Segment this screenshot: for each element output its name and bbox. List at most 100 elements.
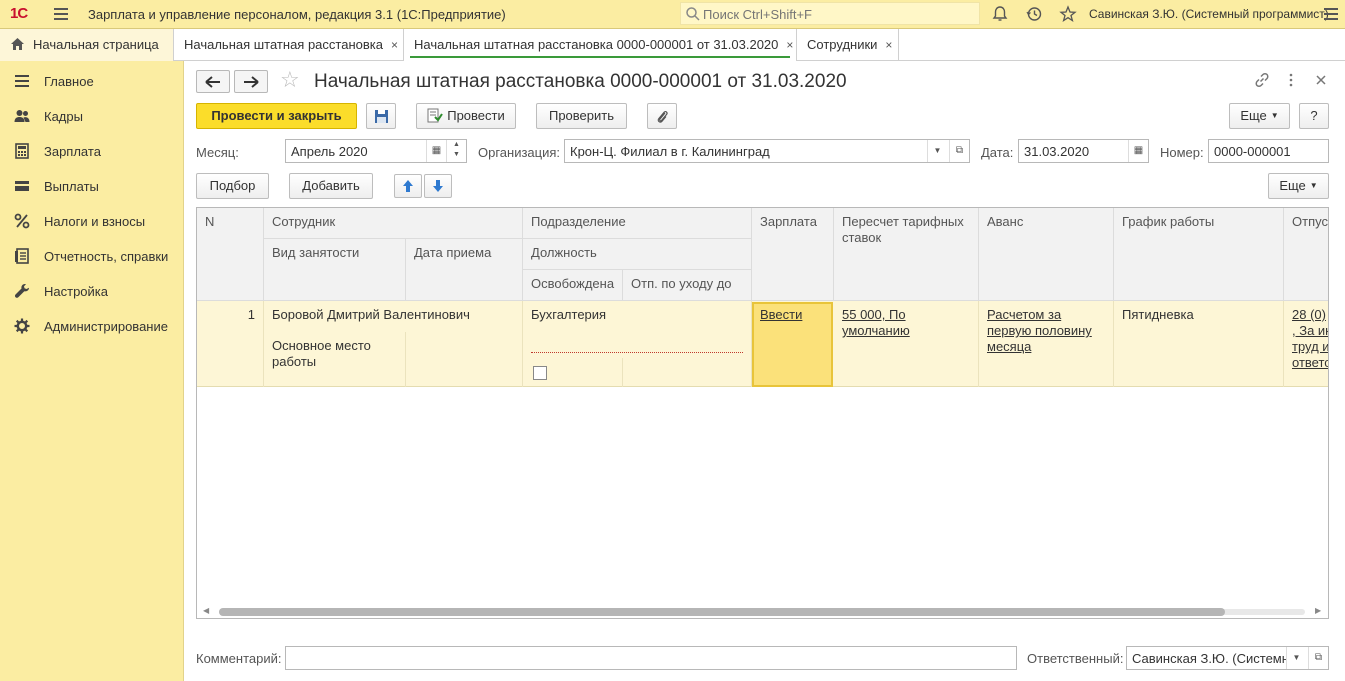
staffing-table[interactable]: N Сотрудник Вид занятости Дата приема По… xyxy=(196,207,1329,619)
organization-field[interactable]: Крон-Ц. Филиал в г. Калининград ▼ ⧉ xyxy=(564,139,970,163)
scroll-right-icon[interactable]: ▶ xyxy=(1315,606,1321,615)
open-icon[interactable]: ⧉ xyxy=(1308,647,1328,669)
cell-leave-until[interactable] xyxy=(623,358,752,387)
sidebar-item-reports[interactable]: Отчетность, справки xyxy=(0,239,184,269)
sidebar-item-label: Зарплата xyxy=(44,144,101,159)
column-header-salary[interactable]: Зарплата xyxy=(752,208,834,301)
cell-vacation[interactable]: 28 (0) , За ин труд и ответс xyxy=(1284,301,1328,387)
tab-employees[interactable]: Сотрудники × xyxy=(797,29,899,61)
calendar-icon[interactable]: ▦ xyxy=(1128,140,1148,162)
close-icon[interactable]: × xyxy=(786,38,793,52)
vacation-link-4[interactable]: ответс xyxy=(1292,355,1328,371)
cell-salary[interactable]: Ввести xyxy=(752,301,834,387)
more-actions-button[interactable]: Еще ▼ xyxy=(1229,103,1290,129)
tab-staffing-document[interactable]: Начальная штатная расстановка 0000-00000… xyxy=(404,29,797,61)
settings-menu-icon[interactable] xyxy=(1324,8,1338,23)
column-header-released[interactable]: Освобождена xyxy=(523,270,623,301)
post-button[interactable]: Провести xyxy=(416,103,516,129)
month-spinner[interactable]: ▲ ▼ xyxy=(446,140,466,162)
home-icon xyxy=(11,38,24,50)
column-header-hire-date[interactable]: Дата приема xyxy=(406,239,523,301)
column-header-employment-type[interactable]: Вид занятости xyxy=(264,239,406,301)
open-icon[interactable]: ⧉ xyxy=(949,140,969,162)
help-button[interactable]: ? xyxy=(1299,103,1329,129)
sidebar-item-main[interactable]: Главное xyxy=(0,64,184,94)
sidebar-item-label: Настройка xyxy=(44,284,108,299)
cell-department[interactable]: Бухгалтерия xyxy=(523,301,752,332)
main-menu-icon[interactable] xyxy=(54,8,68,20)
column-header-department[interactable]: Подразделение xyxy=(523,208,752,239)
sidebar-item-administration[interactable]: Администрирование xyxy=(0,309,184,339)
cell-employee[interactable]: Боровой Дмитрий Валентинович xyxy=(264,301,523,332)
date-field[interactable]: 31.03.2020 ▦ xyxy=(1018,139,1149,163)
sidebar-item-taxes[interactable]: Налоги и взносы xyxy=(0,204,184,234)
scrollbar-thumb[interactable] xyxy=(219,608,1225,616)
sidebar-item-settings[interactable]: Настройка xyxy=(0,274,184,304)
post-and-close-button[interactable]: Провести и закрыть xyxy=(196,103,357,129)
calendar-icon[interactable]: ▦ xyxy=(426,140,446,162)
advance-link[interactable]: Расчетом за первую половину месяца xyxy=(987,307,1092,354)
check-button[interactable]: Проверить xyxy=(536,103,627,129)
favorites-star-icon[interactable] xyxy=(1059,5,1077,23)
save-button[interactable] xyxy=(366,103,396,129)
history-icon[interactable] xyxy=(1025,5,1043,23)
cell-recalc[interactable]: 55 000, По умолчанию xyxy=(834,301,979,387)
recalc-link[interactable]: 55 000, По умолчанию xyxy=(842,307,910,338)
cell-position[interactable] xyxy=(523,332,752,358)
comment-input[interactable] xyxy=(285,646,1017,670)
pick-button[interactable]: Подбор xyxy=(196,173,269,199)
scroll-left-icon[interactable]: ◀ xyxy=(203,606,209,615)
number-field[interactable]: 0000-000001 xyxy=(1208,139,1329,163)
released-checkbox[interactable] xyxy=(533,366,547,380)
close-icon[interactable]: × xyxy=(885,38,892,52)
close-form-icon[interactable] xyxy=(1313,72,1329,88)
back-button[interactable] xyxy=(196,70,230,93)
column-header-vacation[interactable]: Отпус xyxy=(1284,208,1328,301)
cell-advance[interactable]: Расчетом за первую половину месяца xyxy=(979,301,1114,387)
sidebar-item-payments[interactable]: Выплаты xyxy=(0,169,184,199)
search-input[interactable] xyxy=(703,5,973,23)
cell-hire-date[interactable] xyxy=(406,332,523,387)
more-actions-label: Еще xyxy=(1240,108,1267,123)
column-header-n[interactable]: N xyxy=(197,208,264,301)
column-header-recalc[interactable]: Пересчет тарифных ставок xyxy=(834,208,979,301)
column-header-leave-until[interactable]: Отп. по уходу до xyxy=(623,270,752,301)
cell-schedule[interactable]: Пятидневка xyxy=(1114,301,1284,387)
table-more-button[interactable]: Еще ▼ xyxy=(1268,173,1329,199)
horizontal-scrollbar[interactable]: ◀ ▶ xyxy=(197,604,1328,618)
column-header-employee[interactable]: Сотрудник xyxy=(264,208,523,239)
tab-staffing-list[interactable]: Начальная штатная расстановка × xyxy=(174,29,404,61)
move-down-button[interactable] xyxy=(424,174,452,198)
responsible-field[interactable]: Савинская З.Ю. (Системн ▼ ⧉ xyxy=(1126,646,1329,670)
forward-button[interactable] xyxy=(234,70,268,93)
tab-label: Начальная страница xyxy=(33,37,159,52)
move-up-button[interactable] xyxy=(394,174,422,198)
attach-button[interactable] xyxy=(647,103,677,129)
sidebar-item-salary[interactable]: Зарплата xyxy=(0,134,184,164)
chevron-down-icon[interactable]: ▼ xyxy=(1286,647,1306,669)
month-field[interactable]: Апрель 2020 ▦ ▲ ▼ xyxy=(285,139,467,163)
sidebar-item-hr[interactable]: Кадры xyxy=(0,99,184,129)
chevron-down-icon: ▼ xyxy=(1270,111,1279,120)
vacation-link-1[interactable]: 28 (0) xyxy=(1292,307,1328,323)
cell-n[interactable]: 1 xyxy=(197,301,264,387)
organization-value: Крон-Ц. Филиал в г. Калининград xyxy=(570,144,770,159)
salary-link[interactable]: Ввести xyxy=(760,307,802,322)
favorite-star-icon[interactable]: ☆ xyxy=(280,69,300,91)
vacation-link-2[interactable]: , За ин xyxy=(1292,323,1328,339)
close-icon[interactable]: × xyxy=(391,38,398,52)
link-icon[interactable] xyxy=(1254,72,1270,88)
post-icon xyxy=(427,108,444,123)
vacation-link-3[interactable]: труд и xyxy=(1292,339,1328,355)
add-button[interactable]: Добавить xyxy=(289,173,373,199)
current-user[interactable]: Савинская З.Ю. (Системный программист) xyxy=(1089,7,1329,21)
column-header-schedule[interactable]: График работы xyxy=(1114,208,1284,301)
column-header-position[interactable]: Должность xyxy=(523,239,752,270)
more-vertical-icon[interactable] xyxy=(1283,72,1299,88)
bell-icon[interactable] xyxy=(991,5,1009,23)
global-search[interactable] xyxy=(680,2,980,25)
column-header-advance[interactable]: Аванс xyxy=(979,208,1114,301)
chevron-down-icon[interactable]: ▼ xyxy=(927,140,947,162)
cell-employment-type[interactable]: Основное место работы xyxy=(264,332,406,387)
tab-home[interactable]: Начальная страница xyxy=(0,29,174,61)
